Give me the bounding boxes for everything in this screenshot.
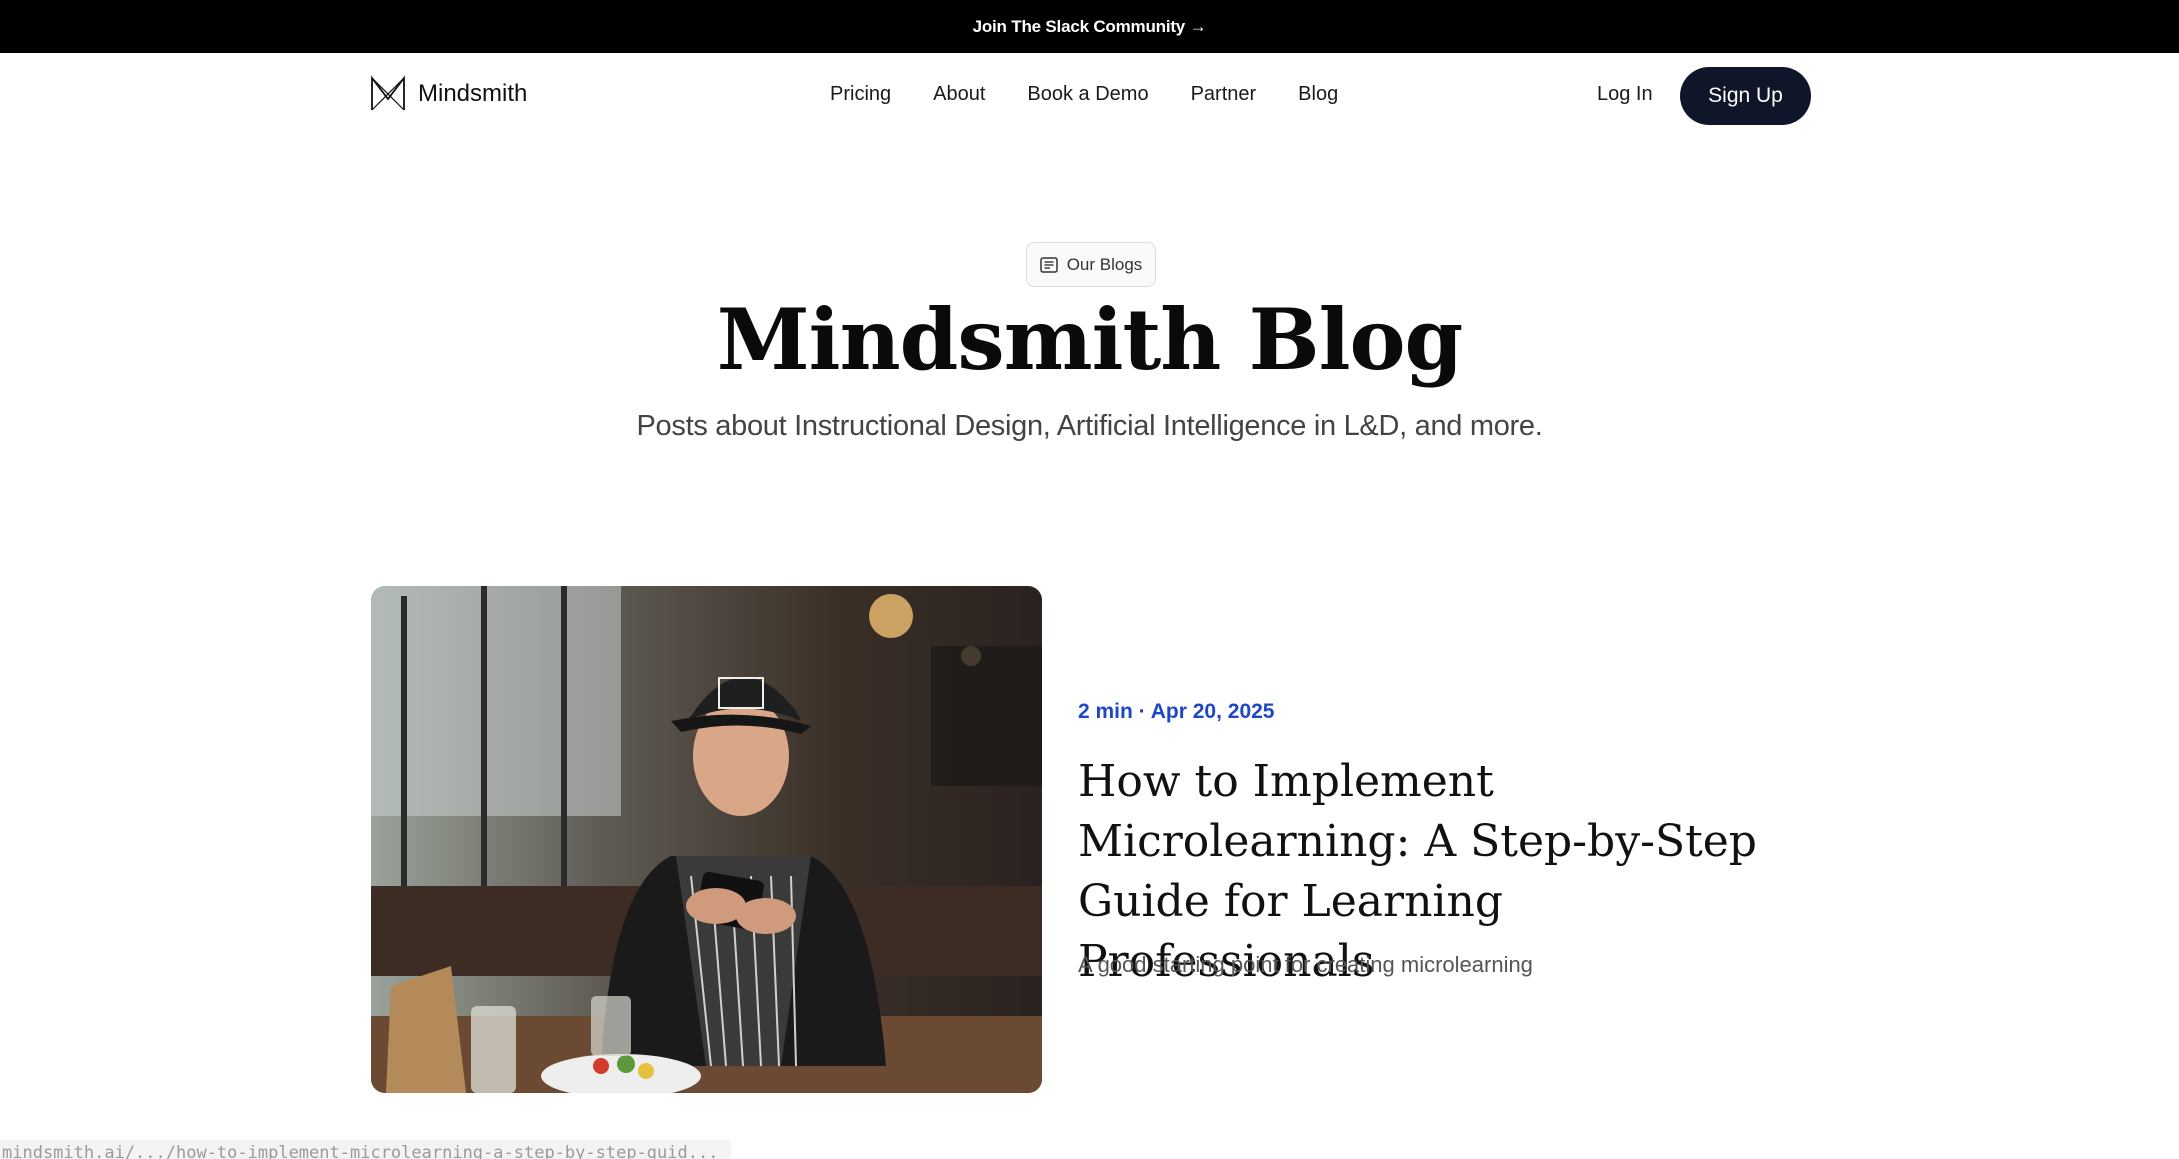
nav-link-blog[interactable]: Blog <box>1298 83 1338 106</box>
page-title: Mindsmith Blog <box>716 290 1464 389</box>
document-icon <box>1039 256 1058 273</box>
page-subtitle: Posts about Instructional Design, Artifi… <box>636 410 1543 442</box>
mindsmith-logo-icon <box>371 75 405 111</box>
post-description: A good starting point for creating micro… <box>1078 952 1533 977</box>
badge-label: Our Blogs <box>1066 254 1143 274</box>
restaurant-photo-image <box>371 586 1042 1093</box>
brand-logo[interactable]: Mindsmith <box>369 75 527 113</box>
signup-button[interactable]: Sign Up <box>1680 67 1811 125</box>
brand-name: Mindsmith <box>418 80 528 107</box>
main-navigation: Mindsmith Pricing About Book a Demo Part… <box>0 53 2179 139</box>
nav-link-partner[interactable]: Partner <box>1191 83 1257 106</box>
nav-link-about[interactable]: About <box>933 83 985 106</box>
our-blogs-badge: Our Blogs <box>1026 242 1156 287</box>
slack-community-link[interactable]: Join The Slack Community → <box>973 17 1207 37</box>
nav-link-pricing[interactable]: Pricing <box>830 83 891 106</box>
announcement-bar: Join The Slack Community → <box>0 0 2179 53</box>
post-meta: 2 min · Apr 20, 2025 <box>1078 700 1275 723</box>
link-preview-status-bar: mindsmith.ai/.../how-to-implement-microl… <box>0 1140 731 1159</box>
login-link[interactable]: Log In <box>1597 83 1653 106</box>
featured-post-image[interactable] <box>371 586 1042 1093</box>
nav-links: Pricing About Book a Demo Partner Blog <box>830 83 1380 106</box>
nav-link-book-demo[interactable]: Book a Demo <box>1027 83 1148 106</box>
